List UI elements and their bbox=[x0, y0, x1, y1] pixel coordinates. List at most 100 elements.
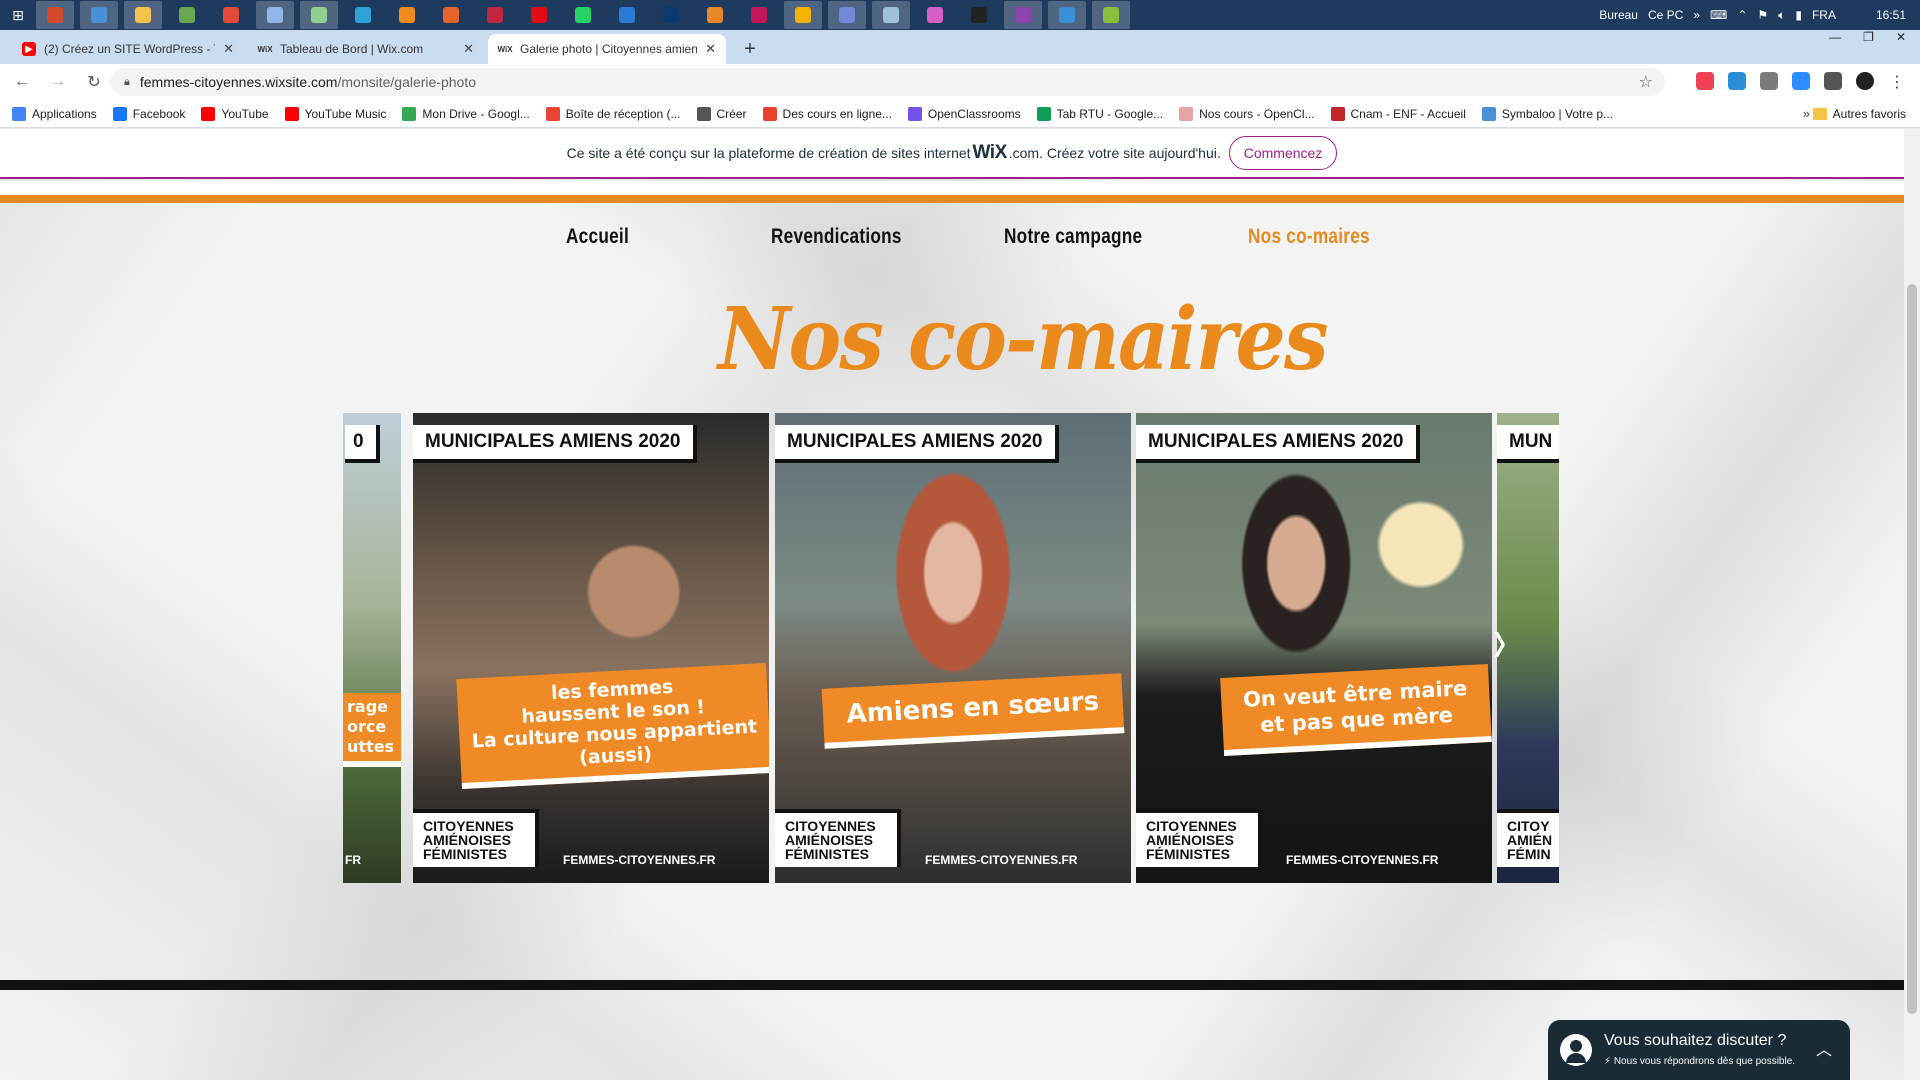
taskbar-app[interactable] bbox=[1092, 1, 1130, 29]
bookmark-label: Créer bbox=[716, 106, 747, 121]
close-icon[interactable]: ✕ bbox=[463, 41, 474, 57]
network-icon[interactable]: ▮ bbox=[1795, 8, 1802, 22]
taskbar-app[interactable] bbox=[80, 1, 118, 29]
taskbar-app[interactable] bbox=[872, 1, 910, 29]
volume-icon[interactable]: 🔈︎ bbox=[1778, 8, 1785, 23]
tab-wordpress-video[interactable]: ▶ (2) Créez un SITE WordPress - Tu ✕ bbox=[12, 34, 244, 64]
language-indicator[interactable]: FRA bbox=[1812, 8, 1836, 22]
taskbar-app[interactable] bbox=[608, 1, 646, 29]
tab-title: Tableau de Bord | Wix.com bbox=[280, 42, 424, 56]
profile-avatar[interactable] bbox=[1856, 72, 1874, 90]
commencez-button[interactable]: Commencez bbox=[1228, 136, 1338, 170]
close-icon[interactable]: ✕ bbox=[223, 41, 234, 57]
menu-item-notre-campagne[interactable]: Notre campagne bbox=[1004, 225, 1142, 249]
gallery-card[interactable]: MUNICIPALES AMIENS 2020 On veut être mai… bbox=[1136, 413, 1492, 883]
system-tray: Bureau Ce PC » ⌨ ⌃ ⚑ 🔈︎ ▮ FRA 16:51 bbox=[1599, 0, 1920, 30]
tray-expand[interactable]: » bbox=[1693, 8, 1700, 22]
forward-icon[interactable]: → bbox=[44, 73, 72, 91]
menu-item-nos-co-maires[interactable]: Nos co-maires bbox=[1248, 225, 1370, 249]
taskbar-app[interactable] bbox=[124, 1, 162, 29]
chevron-up-icon[interactable]: ︿ bbox=[1816, 1036, 1832, 1060]
taskbar-app[interactable] bbox=[916, 1, 954, 29]
taskbar-app[interactable] bbox=[256, 1, 294, 29]
chevron-up-icon[interactable]: ⌃ bbox=[1737, 8, 1747, 22]
close-icon[interactable]: ✕ bbox=[705, 41, 716, 57]
bookmark-item[interactable]: YouTube Music bbox=[284, 106, 387, 121]
address-bar[interactable]: 🔒︎ femmes-citoyennes.wixsite.com/monsite… bbox=[110, 68, 1665, 96]
bookmark-item[interactable]: Boîte de réception (... bbox=[545, 106, 681, 121]
gallery-next-arrow[interactable]: › bbox=[1493, 606, 1506, 678]
chat-widget[interactable]: Vous souhaitez discuter ? ⚡ Nous vous ré… bbox=[1548, 1020, 1850, 1080]
page-scrollbar[interactable] bbox=[1904, 129, 1920, 1080]
taskbar-app[interactable] bbox=[1004, 1, 1042, 29]
playlist-icon[interactable] bbox=[1824, 72, 1842, 90]
camera-icon bbox=[487, 7, 503, 23]
keyboard-icon[interactable]: ⌨ bbox=[1710, 8, 1727, 22]
bookmark-favicon-icon bbox=[1036, 106, 1051, 121]
taskbar-app[interactable] bbox=[388, 1, 426, 29]
tray-bureau[interactable]: Bureau bbox=[1599, 8, 1638, 22]
bookmark-item[interactable]: Facebook bbox=[112, 106, 185, 121]
taskbar-app[interactable] bbox=[300, 1, 338, 29]
taskbar-app[interactable] bbox=[36, 1, 74, 29]
taskbar-app[interactable] bbox=[344, 1, 382, 29]
tab-galerie-photo[interactable]: WiX Galerie photo | Citoyennes amien ✕ bbox=[488, 34, 726, 64]
extensions-area: ⋮ bbox=[1696, 72, 1906, 92]
taskbar-app[interactable] bbox=[564, 1, 602, 29]
taskbar-app[interactable] bbox=[652, 1, 690, 29]
bookmark-star-icon[interactable]: ☆ bbox=[1639, 72, 1653, 92]
scrollbar-thumb[interactable] bbox=[1907, 284, 1917, 1014]
taskbar-app[interactable] bbox=[212, 1, 250, 29]
settings-app-icon bbox=[179, 7, 195, 23]
flag-icon[interactable]: ⚑ bbox=[1757, 8, 1768, 22]
bookmark-item[interactable]: Nos cours - OpenCl... bbox=[1179, 106, 1315, 121]
taskbar-app[interactable] bbox=[476, 1, 514, 29]
restore-icon[interactable]: ❐ bbox=[1863, 30, 1874, 50]
taskbar-app[interactable] bbox=[960, 1, 998, 29]
new-tab-button[interactable]: + bbox=[738, 38, 762, 61]
illustrator-icon bbox=[707, 7, 723, 23]
clock[interactable]: 16:51 bbox=[1876, 8, 1906, 22]
zoom-extension-icon[interactable] bbox=[1792, 72, 1810, 90]
pocket-extension-icon[interactable] bbox=[1696, 72, 1714, 90]
bookmark-favicon-icon bbox=[1330, 106, 1345, 121]
taskbar-app[interactable] bbox=[740, 1, 778, 29]
bookmark-item[interactable]: Créer bbox=[696, 106, 747, 121]
bookmark-item[interactable]: Tab RTU - Google... bbox=[1036, 106, 1163, 121]
lock-icon[interactable]: 🔒︎ bbox=[124, 76, 130, 89]
taskbar-app[interactable] bbox=[432, 1, 470, 29]
menu-item-accueil[interactable]: Accueil bbox=[566, 225, 629, 249]
bookmarks-overflow[interactable]: » bbox=[1803, 106, 1810, 121]
bookmark-item[interactable]: OpenClassrooms bbox=[907, 106, 1021, 121]
gallery-card[interactable]: MUNICIPALES AMIENS 2020 Amiens en sœurs … bbox=[775, 413, 1131, 883]
close-window-icon[interactable]: ✕ bbox=[1896, 30, 1906, 50]
bookmark-item[interactable]: Des cours en ligne... bbox=[762, 106, 892, 121]
gallery-card[interactable]: 0 rage orce uttes FR bbox=[343, 413, 401, 883]
tab-wix-dashboard[interactable]: WiX Tableau de Bord | Wix.com ✕ bbox=[248, 34, 484, 64]
taskbar-app[interactable] bbox=[784, 1, 822, 29]
other-bookmarks[interactable]: Autres favoris bbox=[1812, 107, 1906, 121]
x-extension-icon[interactable] bbox=[1728, 72, 1746, 90]
bookmark-item[interactable]: Cnam - ENF - Accueil bbox=[1330, 106, 1466, 121]
taskbar-app[interactable] bbox=[696, 1, 734, 29]
menu-item-revendications[interactable]: Revendications bbox=[771, 225, 902, 249]
bookmark-label: YouTube Music bbox=[304, 106, 387, 121]
back-icon[interactable]: ← bbox=[8, 73, 36, 91]
bookmark-item[interactable]: Symbaloo | Votre p... bbox=[1481, 106, 1613, 121]
bookmark-item[interactable]: Mon Drive - Googl... bbox=[402, 106, 530, 121]
taskbar-app[interactable] bbox=[168, 1, 206, 29]
tray-ce-pc[interactable]: Ce PC bbox=[1648, 8, 1683, 22]
gallery-card[interactable]: MUNICIPALES AMIENS 2020 les femmes hauss… bbox=[413, 413, 769, 883]
bookmark-item[interactable]: YouTube bbox=[201, 106, 269, 121]
windows-start-icon[interactable]: ⊞ bbox=[0, 0, 36, 30]
recycle-extension-icon[interactable] bbox=[1760, 72, 1778, 90]
reload-icon[interactable]: ↻ bbox=[80, 72, 108, 92]
bookmark-favicon-icon bbox=[402, 106, 417, 121]
taskbar-app[interactable] bbox=[828, 1, 866, 29]
minimize-icon[interactable]: — bbox=[1829, 30, 1841, 50]
menu-dots-icon[interactable]: ⋮ bbox=[1888, 72, 1906, 91]
bookmark-item[interactable]: Applications bbox=[12, 106, 97, 121]
taskbar-app[interactable] bbox=[1048, 1, 1086, 29]
taskbar-app[interactable] bbox=[520, 1, 558, 29]
card-slogan: On veut être maire et pas que mère bbox=[1220, 664, 1492, 756]
